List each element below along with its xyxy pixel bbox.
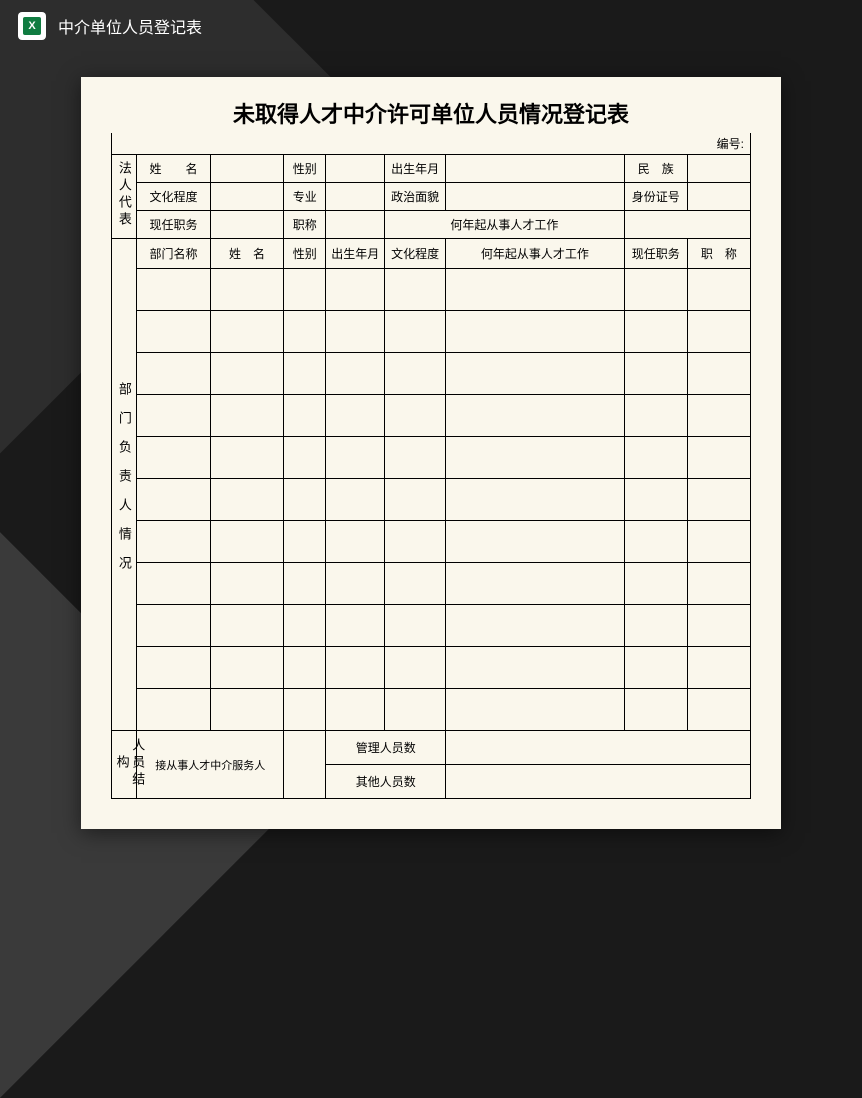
position-label: 现任职务 <box>137 211 211 239</box>
table-row <box>112 395 751 437</box>
document: 未取得人才中介许可单位人员情况登记表 编号: 法人代表 <box>81 77 781 829</box>
structure-mgmt-value <box>446 731 751 765</box>
legal-rep-row-3: 现任职务 职称 何年起从事人才工作 <box>112 211 751 239</box>
name-value <box>210 155 284 183</box>
id-value <box>687 183 750 211</box>
legal-rep-row-1: 法人代表 姓 名 性别 出生年月 民 族 <box>112 155 751 183</box>
col-gender: 性别 <box>284 239 326 269</box>
header-title: 中介单位人员登记表 <box>58 14 202 38</box>
legal-rep-section-label: 法人代表 <box>112 155 137 239</box>
excel-icon: X <box>18 12 46 40</box>
bianhao-spacer <box>112 133 137 155</box>
title-value <box>326 211 385 239</box>
excel-icon-text: X <box>23 17 41 35</box>
col-birth: 出生年月 <box>326 239 385 269</box>
ethnicity-label: 民 族 <box>624 155 687 183</box>
name-label: 姓 名 <box>137 155 211 183</box>
major-label: 专业 <box>284 183 326 211</box>
col-title: 职 称 <box>687 239 750 269</box>
app-header: X 中介单位人员登记表 <box>0 0 862 52</box>
structure-section-label: 人员结构 <box>112 731 137 799</box>
bianhao-row: 编号: <box>112 133 751 155</box>
legal-rep-row-2: 文化程度 专业 政治面貌 身份证号 <box>112 183 751 211</box>
title-label: 职称 <box>284 211 326 239</box>
birth-value <box>446 155 625 183</box>
structure-other-label: 其他人员数 <box>326 765 446 799</box>
table-row <box>112 689 751 731</box>
gender-value <box>326 155 385 183</box>
table-row <box>112 563 751 605</box>
col-since: 何年起从事人才工作 <box>446 239 625 269</box>
position-value <box>210 211 284 239</box>
gender-label: 性别 <box>284 155 326 183</box>
birth-label: 出生年月 <box>385 155 446 183</box>
ethnicity-value <box>687 155 750 183</box>
table-row <box>112 647 751 689</box>
table-row <box>112 353 751 395</box>
form-table: 编号: 法人代表 姓 名 性别 出生年月 民 族 文化程度 专业 政治面貌 <box>111 133 751 799</box>
table-row <box>112 521 751 563</box>
dept-section-label: 部门负责人情况 <box>112 239 137 731</box>
structure-mgmt-label: 管理人员数 <box>326 731 446 765</box>
col-position: 现任职务 <box>624 239 687 269</box>
political-label: 政治面貌 <box>385 183 446 211</box>
dept-header-row: 部门负责人情况 部门名称 姓 名 性别 出生年月 文化程度 何年起从事人才工作 … <box>112 239 751 269</box>
id-label: 身份证号 <box>624 183 687 211</box>
col-name: 姓 名 <box>210 239 284 269</box>
col-dept: 部门名称 <box>137 239 211 269</box>
political-value <box>446 183 625 211</box>
structure-total-label: 接从事人才中介服务人 <box>137 731 284 799</box>
bianhao-label: 编号: <box>137 133 751 155</box>
table-row <box>112 437 751 479</box>
structure-other-value <box>446 765 751 799</box>
education-label: 文化程度 <box>137 183 211 211</box>
document-wrapper: 未取得人才中介许可单位人员情况登记表 编号: 法人代表 <box>0 52 862 829</box>
document-title: 未取得人才中介许可单位人员情况登记表 <box>111 97 751 129</box>
since-label: 何年起从事人才工作 <box>385 211 625 239</box>
table-row <box>112 311 751 353</box>
structure-total-value <box>284 731 326 799</box>
structure-row-1: 人员结构 接从事人才中介服务人 管理人员数 <box>112 731 751 765</box>
major-value <box>326 183 385 211</box>
col-edu: 文化程度 <box>385 239 446 269</box>
since-value <box>624 211 750 239</box>
table-row <box>112 479 751 521</box>
table-row <box>112 269 751 311</box>
education-value <box>210 183 284 211</box>
table-row <box>112 605 751 647</box>
